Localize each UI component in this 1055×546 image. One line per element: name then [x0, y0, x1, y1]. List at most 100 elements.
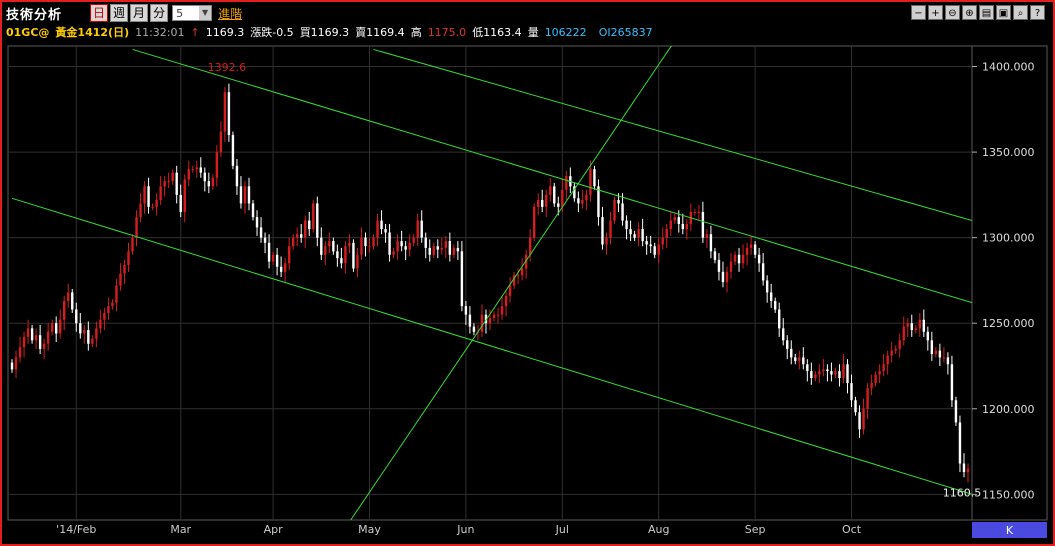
- candle-body: [609, 220, 612, 238]
- chart-axes: 1150.000 1200.000 1250.000 1300.000 1350.000…: [56, 61, 1047, 538]
- candle-body: [589, 169, 592, 195]
- candle-body: [729, 261, 733, 272]
- candle-body: [625, 220, 628, 230]
- candle-body: [874, 374, 877, 384]
- candle-body: [320, 237, 323, 255]
- candle-body: [295, 234, 299, 238]
- candle-body: [733, 254, 737, 262]
- candle-body: [536, 200, 540, 207]
- candle-body: [167, 181, 170, 183]
- candle-body: [958, 422, 962, 464]
- candle-body: [87, 330, 90, 344]
- trendline: [350, 46, 672, 520]
- candle-body: [356, 254, 359, 269]
- x-tick-label: Aug: [648, 523, 669, 536]
- candle-body: [111, 302, 114, 307]
- candle-body: [22, 336, 26, 348]
- candle-body: [637, 229, 640, 238]
- x-tick-label: Jun: [456, 523, 474, 536]
- candle-body: [653, 246, 656, 255]
- candle-body: [629, 229, 632, 235]
- candle-body: [721, 271, 725, 283]
- candle-body: [247, 186, 251, 204]
- chart-grid: [7, 45, 1048, 521]
- candle-body: [798, 357, 801, 361]
- candle-body: [769, 292, 773, 301]
- candle-body: [922, 319, 926, 332]
- candle-body: [376, 220, 379, 238]
- candle-body: [452, 247, 456, 255]
- candle-body: [400, 241, 403, 247]
- candle-body: [332, 241, 335, 252]
- candle-body: [894, 348, 897, 351]
- candle-body: [693, 211, 697, 213]
- candle-body: [814, 374, 817, 378]
- candle-body: [882, 364, 885, 372]
- candle-body: [203, 172, 207, 182]
- candle-body: [962, 463, 966, 473]
- candle-body: [143, 186, 146, 204]
- candle-body: [267, 242, 271, 262]
- candle-body: [870, 383, 873, 389]
- candle-body: [324, 246, 327, 255]
- candle-body: [472, 326, 476, 332]
- candle-body: [593, 169, 596, 187]
- candle-body: [231, 134, 235, 166]
- candle-body: [898, 340, 901, 349]
- candle-body: [416, 220, 419, 238]
- candle-body: [480, 314, 484, 332]
- candle-body: [504, 295, 508, 307]
- candle-body: [697, 211, 701, 213]
- candle-body: [705, 234, 709, 238]
- candle-body: [159, 186, 162, 201]
- candle-body: [545, 194, 548, 207]
- candle-body: [336, 251, 339, 259]
- candle-body: [54, 323, 58, 334]
- candle-body: [360, 237, 363, 255]
- candlestick-chart[interactable]: 1150.000 1200.000 1250.000 1300.000 1350.000…: [0, 0, 1055, 546]
- candle-body: [219, 131, 223, 153]
- candle-body: [890, 350, 893, 356]
- candle-body: [243, 186, 247, 204]
- candle-body: [878, 371, 881, 375]
- candle-body: [528, 237, 532, 255]
- candle-body: [95, 328, 98, 339]
- candle-body: [312, 203, 315, 230]
- candle-body: [753, 244, 757, 255]
- candle-body: [444, 241, 448, 248]
- candle-body: [38, 335, 42, 349]
- candle-body: [432, 246, 435, 255]
- candle-body: [119, 273, 122, 286]
- candle-body: [316, 203, 319, 238]
- plot-border: [7, 45, 973, 521]
- candle-body: [131, 237, 134, 252]
- y-tick-label: 1150.000: [982, 488, 1035, 501]
- candle-body: [251, 203, 255, 218]
- candle-body: [115, 285, 118, 303]
- candle-body: [669, 220, 672, 230]
- candle-body: [380, 220, 383, 230]
- candle-body: [737, 254, 741, 264]
- y-tick-label: 1200.000: [982, 403, 1035, 416]
- candle-body: [392, 251, 395, 255]
- y-tick-label: 1400.000: [982, 61, 1035, 74]
- trendline: [132, 48, 972, 304]
- candle-body: [549, 186, 552, 195]
- candle-body: [516, 275, 520, 277]
- candle-body: [806, 364, 809, 372]
- candle-body: [810, 371, 813, 378]
- candle-body: [830, 371, 833, 375]
- candle-body: [725, 271, 729, 283]
- candle-body: [508, 285, 512, 296]
- candle-body: [850, 383, 853, 401]
- candle-body: [938, 350, 942, 358]
- candle-body: [902, 326, 905, 341]
- candle-body: [456, 247, 460, 252]
- candle-body: [372, 237, 375, 247]
- x-tick-label: May: [358, 523, 381, 536]
- candle-body: [340, 258, 343, 264]
- candle-body: [826, 369, 829, 372]
- candle-body: [344, 246, 347, 264]
- candle-body: [107, 306, 110, 313]
- candle-body: [215, 152, 219, 178]
